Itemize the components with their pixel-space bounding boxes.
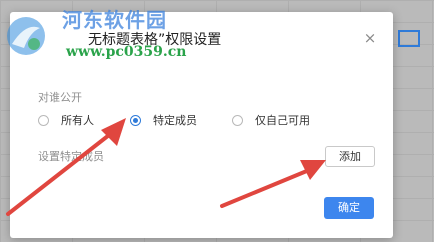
watermark-logo-icon — [7, 17, 45, 55]
close-icon[interactable]: × — [362, 30, 378, 46]
radio-option-specific-members[interactable]: 特定成员 — [130, 112, 197, 128]
watermark-site-name: 河东软件园 — [62, 8, 167, 32]
members-label: 设置特定成员 — [38, 150, 104, 163]
visibility-radio-group: 所有人 特定成员 仅自己可用 — [38, 112, 378, 128]
radio-checked-icon[interactable] — [130, 114, 141, 126]
radio-icon[interactable] — [232, 114, 243, 126]
visibility-label: 对谁公开 — [38, 91, 82, 104]
radio-option-everyone[interactable]: 所有人 — [38, 112, 94, 128]
radio-label-everyone: 所有人 — [61, 114, 94, 127]
radio-label-specific-members: 特定成员 — [153, 114, 197, 127]
selected-cell — [398, 30, 420, 47]
watermark-url: www.pc0359.cn — [66, 44, 187, 60]
radio-option-only-me[interactable]: 仅自己可用 — [232, 112, 310, 128]
radio-label-only-me: 仅自己可用 — [255, 114, 310, 127]
add-member-button[interactable]: 添加 — [325, 146, 375, 167]
radio-icon[interactable] — [38, 114, 49, 126]
confirm-button[interactable]: 确定 — [324, 197, 374, 219]
